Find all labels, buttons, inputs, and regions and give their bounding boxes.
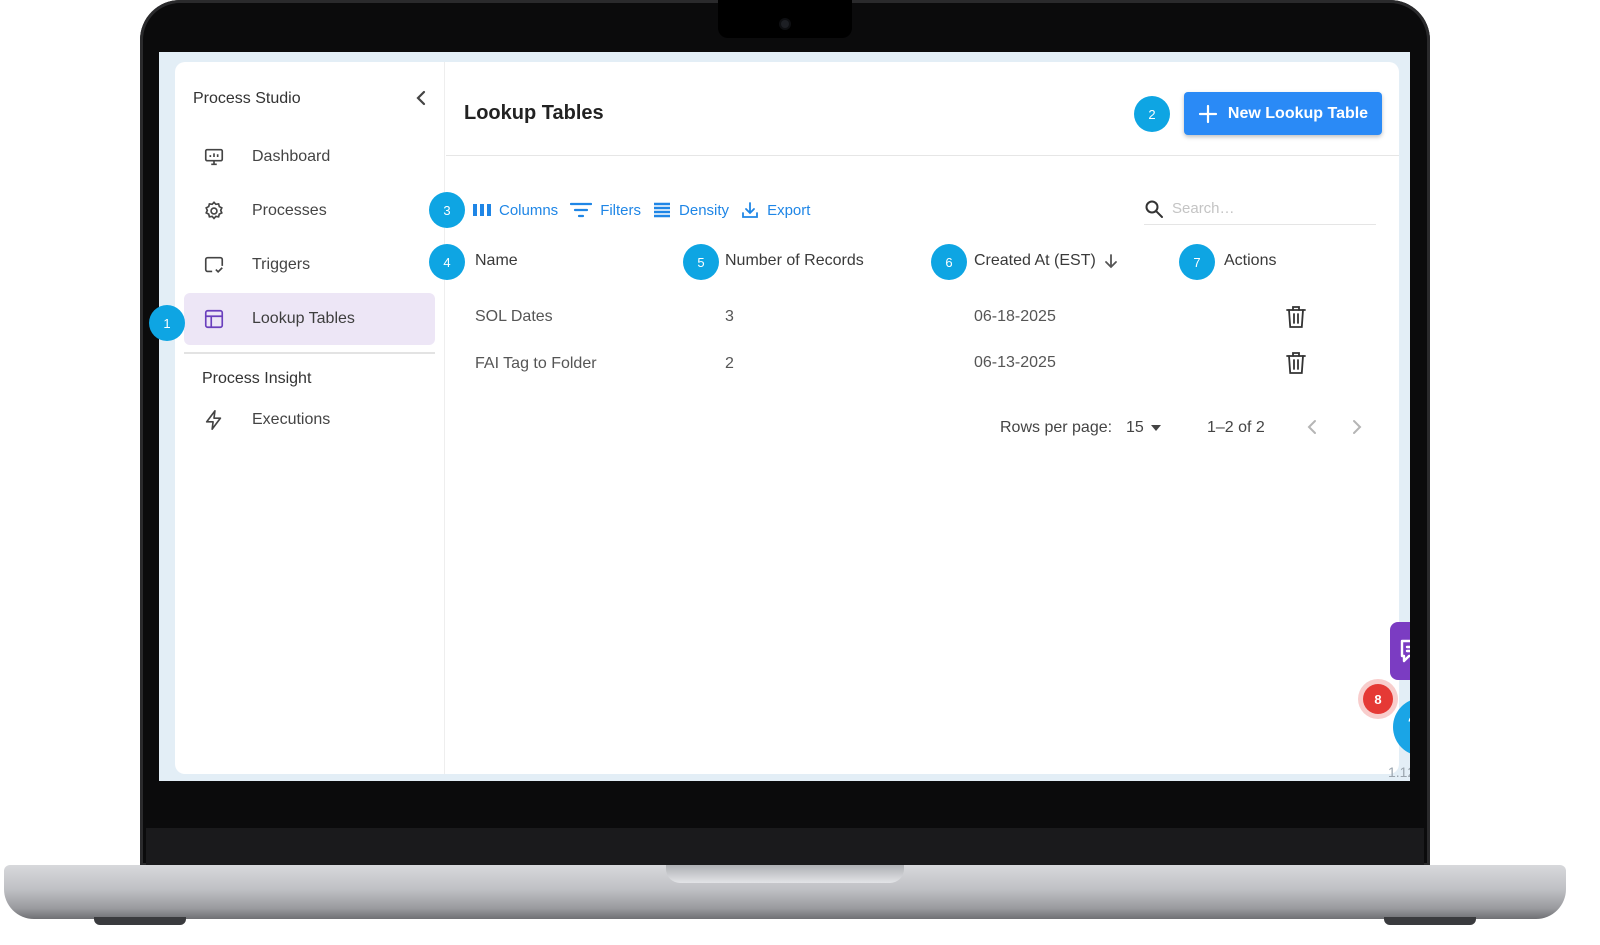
sidebar-item-processes[interactable]: Processes bbox=[184, 185, 435, 237]
grid-toolbar: Columns Filters Density Export bbox=[473, 199, 822, 221]
filter-icon bbox=[570, 202, 593, 218]
chat-icon bbox=[1400, 639, 1410, 663]
previous-page-button[interactable] bbox=[1306, 418, 1318, 441]
annotation-badge: 4 bbox=[429, 244, 465, 280]
rows-per-page-select[interactable]: 15 bbox=[1126, 419, 1162, 437]
filters-button[interactable]: Filters bbox=[570, 202, 641, 219]
new-lookup-table-label: New Lookup Table bbox=[1227, 104, 1369, 122]
laptop-chin bbox=[146, 828, 1424, 866]
laptop-foot-left bbox=[94, 917, 186, 925]
columns-icon bbox=[473, 204, 491, 216]
density-button[interactable]: Density bbox=[653, 202, 729, 219]
export-button[interactable]: Export bbox=[741, 201, 810, 219]
sidebar-divider bbox=[184, 352, 435, 354]
search-icon bbox=[1145, 200, 1163, 218]
cell-created: 06-18-2025 bbox=[974, 308, 1056, 325]
next-page-button[interactable] bbox=[1351, 418, 1363, 441]
sidebar: Process Studio Dashboard Processes Trigg… bbox=[175, 62, 445, 774]
sidebar-item-label: Lookup Tables bbox=[252, 310, 355, 327]
collapse-sidebar-button[interactable] bbox=[415, 90, 427, 108]
column-header-records[interactable]: Number of Records bbox=[725, 252, 864, 270]
density-label: Density bbox=[679, 201, 730, 219]
monitor-icon bbox=[202, 145, 226, 169]
column-header-actions: Actions bbox=[1224, 252, 1276, 270]
column-header-label: Created At (EST) bbox=[974, 252, 1096, 269]
trash-icon bbox=[1286, 352, 1306, 374]
sidebar-item-triggers[interactable]: Triggers bbox=[184, 239, 435, 291]
columns-label: Columns bbox=[499, 201, 559, 219]
annotation-badge: 3 bbox=[429, 192, 465, 228]
camera-icon bbox=[781, 20, 789, 28]
cell-records: 2 bbox=[725, 355, 734, 372]
trigger-icon bbox=[202, 253, 226, 277]
export-label: Export bbox=[767, 201, 811, 219]
annotation-badge: 1 bbox=[149, 305, 185, 341]
chevron-right-icon bbox=[1353, 420, 1362, 434]
search-input[interactable] bbox=[1172, 200, 1362, 217]
sidebar-item-label: Processes bbox=[252, 202, 327, 219]
laptop-base-groove bbox=[666, 865, 904, 883]
table-icon bbox=[202, 307, 226, 331]
annotation-badge: 5 bbox=[683, 244, 719, 280]
page-title: Lookup Tables bbox=[464, 102, 604, 124]
annotation-badge: 7 bbox=[1179, 244, 1215, 280]
help-icon: ? bbox=[1407, 708, 1410, 747]
laptop-foot-right bbox=[1384, 917, 1476, 925]
new-lookup-table-button[interactable]: New Lookup Table bbox=[1184, 92, 1382, 135]
column-header-label: Actions bbox=[1224, 252, 1277, 269]
sidebar-title: Process Studio bbox=[193, 90, 301, 107]
version-label: 1.122 bbox=[1388, 764, 1410, 780]
sidebar-item-lookup-tables[interactable]: Lookup Tables bbox=[184, 293, 435, 345]
filters-label: Filters bbox=[600, 201, 642, 219]
chevron-left-icon bbox=[416, 90, 426, 106]
arrow-down-icon bbox=[1104, 254, 1117, 269]
help-widget-button[interactable]: ? bbox=[1393, 698, 1410, 756]
sidebar-item-label: Executions bbox=[252, 411, 331, 428]
annotation-badge: 6 bbox=[931, 244, 967, 280]
density-icon bbox=[654, 202, 671, 218]
trash-icon bbox=[1286, 306, 1306, 328]
delete-button[interactable] bbox=[1284, 304, 1308, 335]
column-header-name[interactable]: Name bbox=[475, 252, 518, 270]
cell-name: FAI Tag to Folder bbox=[475, 355, 597, 372]
gear-icon bbox=[202, 199, 226, 223]
lightning-icon bbox=[202, 408, 226, 432]
column-header-created[interactable]: Created At (EST) bbox=[974, 252, 1118, 270]
column-header-label: Name bbox=[475, 252, 518, 269]
app-window: Process Studio Dashboard Processes Trigg… bbox=[175, 62, 1410, 780]
sidebar-section-title: Process Insight bbox=[202, 370, 312, 387]
cell-created: 06-13-2025 bbox=[974, 354, 1056, 371]
sidebar-item-label: Triggers bbox=[252, 256, 311, 273]
plus-icon bbox=[1198, 104, 1218, 123]
search-box bbox=[1144, 193, 1376, 225]
columns-button[interactable]: Columns bbox=[473, 202, 558, 219]
sidebar-item-executions[interactable]: Executions bbox=[184, 394, 435, 446]
sidebar-item-label: Dashboard bbox=[252, 148, 331, 165]
download-icon bbox=[742, 202, 758, 218]
header-divider bbox=[446, 155, 1399, 156]
rows-per-page-label: Rows per page: bbox=[1000, 419, 1113, 436]
annotation-badge-alert: 8 bbox=[1363, 684, 1393, 714]
cell-name: SOL Dates bbox=[475, 308, 553, 325]
chevron-left-icon bbox=[1307, 420, 1316, 434]
chat-widget-button[interactable] bbox=[1390, 622, 1410, 680]
rows-per-page-value: 15 bbox=[1126, 419, 1144, 436]
sidebar-item-dashboard[interactable]: Dashboard bbox=[184, 131, 435, 183]
pagination-range: 1–2 of 2 bbox=[1207, 419, 1265, 436]
annotation-badge: 2 bbox=[1134, 96, 1170, 132]
camera-notch bbox=[718, 0, 852, 38]
cell-records: 3 bbox=[725, 308, 734, 325]
column-header-label: Number of Records bbox=[725, 252, 864, 269]
screen: Process Studio Dashboard Processes Trigg… bbox=[159, 52, 1410, 781]
caret-down-icon bbox=[1150, 425, 1161, 431]
delete-button[interactable] bbox=[1284, 350, 1308, 381]
